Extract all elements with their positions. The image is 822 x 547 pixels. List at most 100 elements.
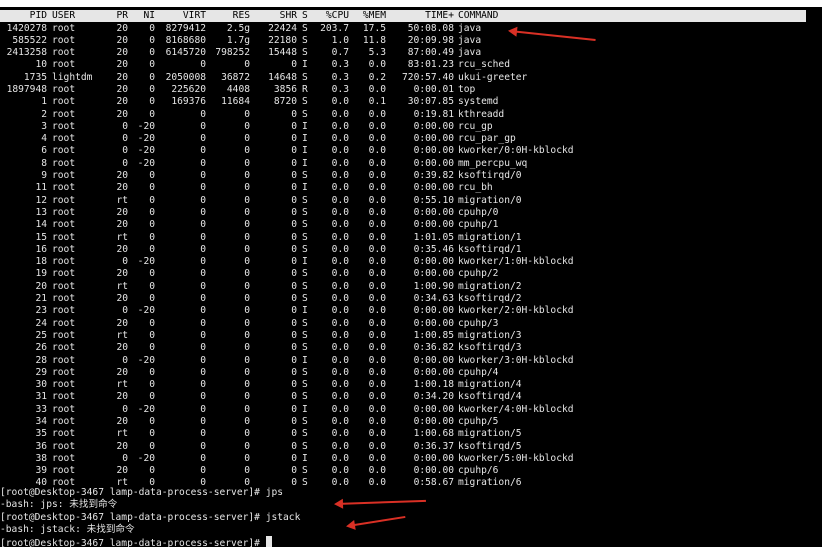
virt-cell: 0 bbox=[200, 329, 206, 341]
shr-cell: 0 bbox=[291, 452, 297, 464]
command-cell: cpuhp/0 bbox=[458, 206, 499, 218]
user-cell: root bbox=[52, 416, 76, 427]
cpu-cell: 0.0 bbox=[331, 391, 349, 403]
nice-cell: -20 bbox=[137, 305, 155, 317]
res-cell: 0 bbox=[244, 170, 250, 182]
shr-cell: 14648 bbox=[268, 71, 297, 83]
priority-cell: 0 bbox=[122, 120, 128, 132]
user-cell: root bbox=[52, 157, 76, 169]
command-cell: migration/5 bbox=[458, 428, 522, 440]
priority-cell: 20 bbox=[116, 366, 128, 378]
mem-cell: 11.8 bbox=[362, 34, 386, 46]
virt-cell: 0 bbox=[200, 194, 206, 206]
priority-cell: 0 bbox=[122, 305, 128, 317]
pid-cell: 35 bbox=[35, 428, 47, 440]
state-cell: S bbox=[302, 206, 308, 218]
priority-cell: 20 bbox=[116, 71, 128, 83]
user-cell: root bbox=[52, 317, 76, 329]
res-cell: 0 bbox=[244, 416, 250, 427]
nice-cell: 0 bbox=[149, 231, 155, 243]
process-row: 23 root 0 -20 0 0 0 I 0.0 0.0 0:00.00 kworker/2:0H-… bbox=[0, 305, 822, 317]
cpu-cell: 0.0 bbox=[331, 145, 349, 157]
priority-cell: rt bbox=[116, 329, 128, 341]
pid-cell: 34 bbox=[35, 416, 47, 427]
mem-cell: 0.0 bbox=[368, 219, 386, 231]
res-cell: 0 bbox=[244, 133, 250, 145]
header-res: RES bbox=[232, 10, 250, 21]
nice-cell: -20 bbox=[137, 354, 155, 366]
state-cell: I bbox=[302, 256, 308, 268]
mem-cell: 0.0 bbox=[368, 182, 386, 194]
user-cell: root bbox=[52, 47, 76, 59]
command-cell: ksoftirqd/2 bbox=[458, 293, 522, 305]
typed-command-jstack: jstack bbox=[265, 511, 301, 523]
cpu-cell: 0.0 bbox=[331, 452, 349, 464]
command-cell: kworker/3:0H-kblockd bbox=[458, 354, 574, 366]
user-cell: root bbox=[52, 83, 76, 95]
cpu-cell: 0.0 bbox=[331, 366, 349, 378]
priority-cell: 0 bbox=[122, 452, 128, 464]
command-cell: migration/3 bbox=[458, 329, 522, 341]
command-cell: kworker/4:0H-kblockd bbox=[458, 403, 574, 415]
state-cell: S bbox=[302, 465, 308, 477]
state-cell: S bbox=[302, 366, 308, 378]
process-row: 30 root rt 0 0 0 0 S 0.0 0.0 1:00.18 migration/4 bbox=[0, 379, 822, 391]
shr-cell: 0 bbox=[291, 354, 297, 366]
shr-cell: 3856 bbox=[273, 83, 297, 95]
priority-cell: 0 bbox=[122, 354, 128, 366]
priority-cell: rt bbox=[116, 379, 128, 391]
nice-cell: 0 bbox=[149, 219, 155, 231]
state-cell: S bbox=[302, 428, 308, 440]
res-cell: 0 bbox=[244, 465, 250, 477]
time-cell: 0:00.00 bbox=[413, 305, 454, 317]
virt-cell: 0 bbox=[200, 317, 206, 329]
shr-cell: 0 bbox=[291, 194, 297, 206]
shr-cell: 0 bbox=[291, 182, 297, 194]
cpu-cell: 0.0 bbox=[331, 416, 349, 427]
mem-cell: 0.0 bbox=[368, 243, 386, 255]
priority-cell: rt bbox=[116, 280, 128, 292]
terminal-window[interactable]: PID USER PR NI VIRT RES SHR S %CPU %MEM … bbox=[0, 7, 822, 547]
cpu-cell: 0.0 bbox=[331, 133, 349, 145]
res-cell: 0 bbox=[244, 329, 250, 341]
nice-cell: -20 bbox=[137, 145, 155, 157]
shr-cell: 0 bbox=[291, 243, 297, 255]
time-cell: 1:00.68 bbox=[413, 428, 454, 440]
time-cell: 0:36.82 bbox=[413, 342, 454, 354]
pid-cell: 11 bbox=[35, 182, 47, 194]
shr-cell: 0 bbox=[291, 256, 297, 268]
time-cell: 0:00.00 bbox=[413, 157, 454, 169]
shr-cell: 0 bbox=[291, 108, 297, 120]
header-time: TIME+ bbox=[425, 10, 454, 21]
user-cell: root bbox=[52, 268, 76, 280]
shr-cell: 22180 bbox=[268, 34, 297, 46]
pid-cell: 33 bbox=[35, 403, 47, 415]
priority-cell: 20 bbox=[116, 206, 128, 218]
time-cell: 0:00.00 bbox=[413, 256, 454, 268]
cpu-cell: 0.3 bbox=[331, 59, 349, 71]
priority-cell: rt bbox=[116, 428, 128, 440]
virt-cell: 0 bbox=[200, 256, 206, 268]
pid-cell: 12 bbox=[35, 194, 47, 206]
virt-cell: 0 bbox=[200, 428, 206, 440]
time-cell: 0:00.00 bbox=[413, 416, 454, 427]
user-cell: root bbox=[52, 428, 76, 440]
priority-cell: 20 bbox=[116, 83, 128, 95]
nice-cell: 0 bbox=[149, 366, 155, 378]
cpu-cell: 0.0 bbox=[331, 329, 349, 341]
process-row: 4 root 0 -20 0 0 0 I 0.0 0.0 0:00.00 rcu_par_gp bbox=[0, 133, 822, 145]
shell-line-3[interactable]: [root@Desktop-3467 lamp-data-process-ser… bbox=[0, 536, 822, 547]
mem-cell: 0.0 bbox=[368, 194, 386, 206]
command-cell: cpuhp/6 bbox=[458, 465, 499, 477]
user-cell: root bbox=[52, 96, 76, 108]
user-cell: root bbox=[52, 342, 76, 354]
cpu-cell: 0.0 bbox=[331, 403, 349, 415]
res-cell: 0 bbox=[244, 354, 250, 366]
state-cell: I bbox=[302, 354, 308, 366]
process-row: 1 root 20 0 169376 11684 8720 S 0.0 0.1 30:07.85 sy… bbox=[0, 96, 822, 108]
res-cell: 0 bbox=[244, 231, 250, 243]
nice-cell: 0 bbox=[149, 440, 155, 452]
command-cell: rcu_sched bbox=[458, 59, 510, 71]
nice-cell: -20 bbox=[137, 452, 155, 464]
shr-cell: 0 bbox=[291, 428, 297, 440]
